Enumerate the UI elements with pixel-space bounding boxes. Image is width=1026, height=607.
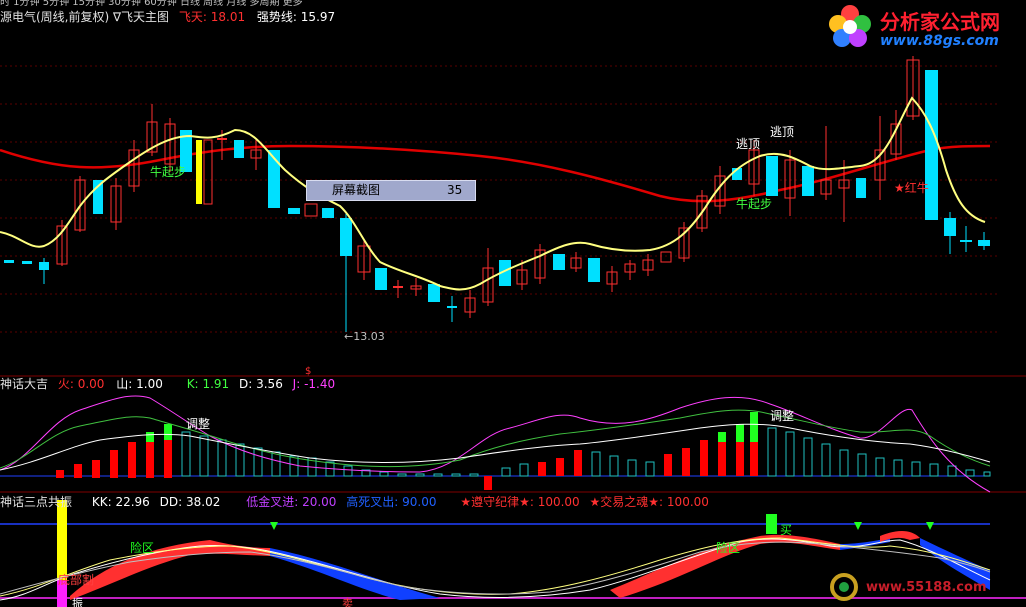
discipline-label: ★遵守纪律★: (460, 495, 534, 509)
mountain-value: 1.00 (136, 377, 163, 391)
d-value: 3.56 (256, 377, 283, 391)
niu-start-2: 牛起步 (736, 196, 772, 211)
risk-zone-2: 险区 (716, 540, 740, 555)
osc-red-band (70, 540, 270, 600)
d-label: D: (238, 377, 253, 391)
red-cow-mark: ★红牛 (894, 180, 929, 195)
fire-value: 0.00 (77, 377, 105, 391)
kdj-title[interactable]: 神话大吉 (0, 377, 48, 391)
kk-label: KK: (91, 495, 112, 509)
escape-top-1: 逃顶 (736, 137, 760, 151)
escape-top-2: 逃顶 (770, 125, 794, 139)
osc-title[interactable]: 神话三点共振 (0, 495, 72, 509)
k-value: 1.91 (202, 377, 230, 391)
buy-arrow-1 (270, 522, 278, 530)
popup-label: 屏幕截图 (332, 183, 381, 197)
buy-arrow-3 (926, 522, 934, 530)
vibration-label: 振 (72, 596, 83, 607)
watermark: www.55188.com (828, 572, 1026, 602)
chart-canvas[interactable]: 牛起步 牛起步 逃顶 逃顶 ★红牛 ←13.03 $ 调整 调整 险区 险区 底… (0, 0, 1026, 607)
dd-value: 38.02 (186, 495, 221, 509)
high-dead-value: 90.00 (402, 495, 437, 509)
soul-value: 100.00 (666, 495, 709, 509)
mountain-label: 山: (116, 377, 133, 391)
low-price-label: ←13.03 (344, 330, 385, 343)
dd-label: DD: (159, 495, 183, 509)
buy-mark: 买 (780, 523, 792, 537)
kk-value: 22.96 (115, 495, 150, 509)
buy-arrow-2 (854, 522, 862, 530)
k-label: K: (186, 377, 199, 391)
j-value: -1.40 (304, 377, 336, 391)
kdj-header: 神话大吉 火: 0.00 山: 1.00 K: 1.91 D: 3.56 J: … (0, 376, 335, 392)
low-gold-value: 20.00 (302, 495, 337, 509)
low-gold-label: 低金叉进: (246, 495, 299, 509)
high-dead-label: 高死叉出: (346, 495, 399, 509)
fast-moving-average (0, 96, 986, 291)
j-label: J: (292, 377, 301, 391)
candlesticks (4, 56, 990, 332)
fire-label: 火: (57, 377, 74, 391)
sell-mark: 卖 (342, 597, 353, 607)
kdj-adjust-2: 调整 (770, 408, 794, 423)
osc-header: 神话三点共振 KK: 22.96 DD: 38.02 低金叉进: 20.00 高… (0, 494, 709, 510)
soul-label: ★交易之魂★: (589, 495, 664, 509)
kdj-adjust-1: 调整 (186, 416, 210, 431)
risk-zone-1: 险区 (130, 540, 154, 555)
swirl-logo-icon (830, 573, 858, 601)
bottom-cut-label: 底部割 (58, 572, 94, 587)
slow-moving-average (0, 144, 991, 203)
main-gridlines (0, 65, 1000, 333)
niu-start-1: 牛起步 (150, 164, 186, 179)
watermark-url: www.55188.com (866, 580, 987, 595)
screenshot-popup[interactable]: 屏幕截图 35 (306, 180, 476, 201)
popup-value: 35 (447, 183, 463, 197)
osc-green-signal (766, 514, 777, 534)
discipline-value: 100.00 (537, 495, 580, 509)
